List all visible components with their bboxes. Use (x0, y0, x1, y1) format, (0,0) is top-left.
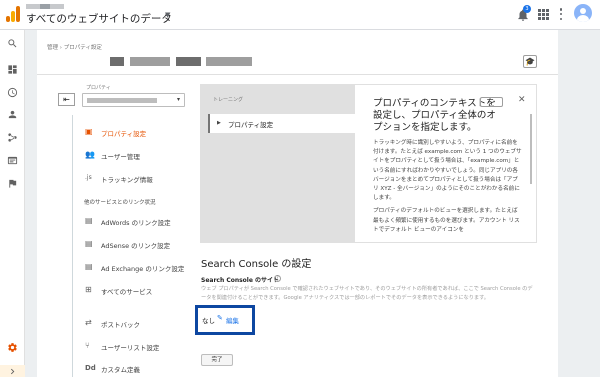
property-name-redacted (110, 57, 124, 66)
flag-icon[interactable] (7, 178, 18, 189)
sidebar-item-property-settings[interactable]: ▣ プロパティ設定 (83, 123, 190, 141)
training-scrollbar[interactable] (530, 114, 532, 184)
sidebar-item-adwords[interactable]: ▤ AdWords のリンク設定 (83, 212, 190, 230)
avatar[interactable] (574, 4, 592, 22)
people-icon: 👥 (85, 150, 95, 159)
property-selector[interactable]: ▾ (82, 93, 185, 107)
chevron-down-icon[interactable]: ▼ (165, 11, 170, 19)
pencil-icon[interactable]: ✎ (217, 314, 223, 322)
acquisition-icon[interactable] (7, 132, 18, 143)
postback-icon: ⇄ (85, 318, 92, 327)
column-divider (72, 115, 73, 377)
collapse-chevron-icon[interactable] (7, 366, 18, 377)
behavior-icon[interactable] (7, 155, 18, 166)
all-products-icon: ⊞ (85, 285, 92, 294)
search-console-description: ウェブ プロパティが Search Console で確認されたウェブサイトであ… (201, 286, 533, 301)
property-name-redacted (87, 98, 157, 103)
apps-grid-icon[interactable] (538, 9, 549, 20)
training-body: トラッキング時に識別しやすいよう、プロパティに名前を付けます。たとえば exam… (373, 139, 523, 239)
graduation-cap-icon[interactable]: 🎓 (523, 55, 537, 68)
sidebar-item-user-management[interactable]: 👥 ユーザー管理 (83, 146, 190, 164)
view-selector-title[interactable]: すべてのウェブサイトのデータ (26, 11, 172, 26)
document-icon: ▣ (85, 127, 93, 136)
done-button[interactable]: 完了 (201, 354, 233, 366)
sidebar-item-all-products[interactable]: ⊞ すべてのサービス (83, 281, 190, 299)
sidebar-item-custom-definitions[interactable]: Dd カスタム定義 (83, 359, 190, 377)
training-item-property-settings[interactable]: ▶ プロパティ設定 (208, 114, 356, 133)
more-vert-icon[interactable] (559, 8, 563, 20)
person-icon[interactable] (7, 109, 18, 120)
edit-link[interactable]: 編集 (226, 315, 239, 325)
gear-icon[interactable] (7, 342, 18, 353)
search-console-site-label: Search Console のサイト (201, 277, 280, 284)
top-bar: すべてのウェブサイトのデータ ▼ 3 (0, 0, 600, 30)
dashboard-icon[interactable] (7, 64, 18, 75)
close-icon[interactable]: ✕ (518, 95, 526, 105)
sidebar-item-adexchange[interactable]: ▤ Ad Exchange のリンク設定 (83, 258, 190, 276)
property-name-redacted (130, 57, 170, 66)
property-name-redacted (206, 57, 252, 66)
training-header: トレーニング (213, 97, 244, 103)
dropdown-arrow-icon: ▾ (176, 96, 180, 103)
training-paragraph: トラッキング時に識別しやすいよう、プロパティに名前を付けます。たとえば exam… (373, 140, 522, 202)
sidebar-item-tracking-info[interactable]: .js トラッキング情報 (83, 169, 190, 187)
clock-icon[interactable] (7, 87, 18, 98)
adexchange-icon: ▤ (85, 262, 93, 271)
search-icon[interactable] (7, 38, 18, 49)
training-paragraph: プロパティのデフォルトのビューを選択します。たとえば最もよく頻繁に使用するものを… (373, 208, 520, 233)
property-name-redacted (176, 57, 201, 66)
user-list-icon: ⑂ (85, 341, 90, 350)
adwords-icon: ▤ (85, 216, 93, 225)
help-icon[interactable]: ? (274, 275, 281, 282)
breadcrumb[interactable]: 管理 › プロパティ設定 (47, 43, 102, 51)
sidebar-item-user-list[interactable]: ⑂ ユーザーリスト設定 (83, 337, 190, 355)
play-icon: ▶ (217, 120, 221, 126)
analytics-logo-icon[interactable] (6, 6, 20, 22)
account-name-redacted-2 (40, 4, 50, 9)
notification-badge: 3 (523, 5, 531, 13)
left-nav-rail (0, 30, 25, 377)
dd-icon: Dd (85, 364, 96, 372)
back-arrow-button[interactable]: ⇤ (58, 93, 75, 106)
linking-section-label: 他のサービスとのリンク状況 (84, 200, 156, 206)
header-divider (37, 74, 558, 75)
property-column-label: プロパティ (86, 85, 111, 91)
training-pager[interactable]: ‹ › (480, 97, 503, 107)
js-icon: .js (85, 174, 92, 181)
training-nav (200, 84, 355, 243)
search-console-section-title: Search Console の設定 (201, 259, 312, 270)
sidebar-item-adsense[interactable]: ▤ AdSense のリンク設定 (83, 235, 190, 253)
search-console-value: なし (202, 317, 215, 325)
adsense-icon: ▤ (85, 239, 93, 248)
sidebar-item-postback[interactable]: ⇄ ポストバック (83, 314, 190, 332)
